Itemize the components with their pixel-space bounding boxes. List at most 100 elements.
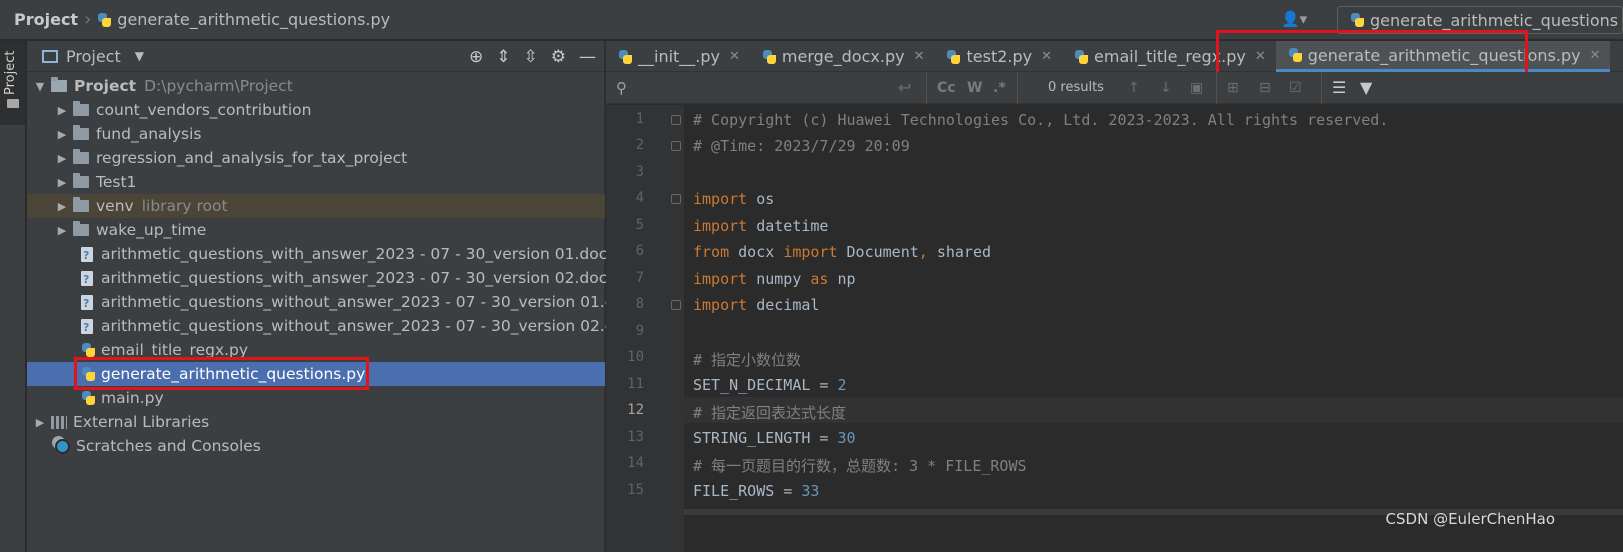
code-line: import datetime [693,217,828,235]
open-in-window-icon[interactable]: ▣ [1190,80,1216,96]
keyword: import [783,243,838,261]
breadcrumb-project[interactable]: Project [14,10,78,29]
breadcrumb-file[interactable]: generate_arithmetic_questions.py [117,10,390,29]
identifier: numpy [747,270,811,288]
chevron-right-icon[interactable]: ▶ [55,104,69,117]
match-case-button[interactable]: Cc [937,80,967,96]
tab-label: __init__.py [638,47,721,66]
line-number: 10 [627,349,644,365]
python-file-icon [81,342,95,358]
close-icon[interactable]: ✕ [729,49,740,64]
expand-all-icon[interactable]: ⇕ [496,47,510,67]
close-icon[interactable]: ✕ [914,49,925,64]
filter-lines-icon[interactable]: ☰ [1332,78,1360,97]
chevron-right-icon[interactable]: ▶ [55,176,69,189]
user-dropdown-icon[interactable]: 👤▾ [1281,10,1315,30]
fold-marker-icon[interactable] [671,194,681,204]
line-number: 15 [627,482,644,498]
docx-file-icon [81,318,93,334]
tree-scratches[interactable]: Scratches and Consoles [27,434,605,458]
chevron-right-icon[interactable]: ▶ [33,416,47,429]
keyword: import [693,217,748,235]
tree-file[interactable]: arithmetic_questions_without_answer_2023… [27,314,642,338]
new-line-icon[interactable]: ↩ [898,78,926,97]
identifier: np [828,270,856,288]
tree-file[interactable]: arithmetic_questions_without_answer_2023… [27,290,642,314]
line-number: 5 [635,217,644,233]
words-button[interactable]: W [967,80,993,96]
tree-item-label: External Libraries [73,413,210,431]
tree-folder[interactable]: ▶ Test1 [27,170,605,194]
tree-folder[interactable]: ▶ regression_and_analysis_for_tax_projec… [27,146,605,170]
panel-toolbar: ⊕ ⇕ ⇳ ⚙ — [469,41,596,72]
tree-item-label: arithmetic_questions_without_answer_2023… [101,293,642,311]
fold-marker-icon[interactable] [671,141,681,151]
python-file-icon [81,390,95,406]
close-icon[interactable]: ✕ [1041,49,1052,64]
tree-folder[interactable]: ▶ count_vendors_contribution [27,98,605,122]
folder-icon [73,197,89,212]
previous-occurrence-icon[interactable]: ↑ [1128,80,1160,96]
tab-test2[interactable]: test2.py ✕ [934,41,1062,72]
python-file-icon [946,49,961,65]
chevron-right-icon[interactable]: ▶ [55,152,69,165]
tree-root[interactable]: ▼ Project D:\pycharm\Project [27,74,605,98]
watermark: CSDN @EulerChenHao [1385,510,1555,528]
tree-external-libraries[interactable]: ▶ External Libraries [27,410,605,434]
code-line: # 每一页题目的行数，总题数: 3 * FILE_ROWS [693,455,1027,476]
fold-marker-icon[interactable] [671,115,681,125]
search-results-count: 0 results [1048,80,1104,95]
number-literal: 33 [801,482,820,500]
identifier: SET_N_DECIMAL = [693,376,838,394]
tree-folder-venv[interactable]: ▶ venv library root [27,194,605,218]
chevron-right-icon[interactable]: ▶ [55,200,69,213]
code-line: FILE_ROWS = 33 [693,482,819,500]
keyword: import [693,270,748,288]
chevron-down-icon[interactable]: ▼ [135,49,144,63]
locate-file-icon[interactable]: ⊕ [469,47,483,67]
select-all-occurrences-icon[interactable]: ☑ [1289,80,1321,96]
identifier: FILE_ROWS = [693,482,802,500]
tree-root-name: Project [74,77,137,95]
tree-folder[interactable]: ▶ wake_up_time [27,218,605,242]
line-number: 14 [627,455,644,471]
project-tool-tab[interactable]: Project [0,41,25,125]
fold-marker-icon[interactable] [671,300,681,310]
regex-button[interactable]: .* [993,80,1017,96]
hide-panel-icon[interactable]: — [579,47,596,67]
add-selection-icon[interactable]: ⊞ [1227,80,1259,96]
code-editor[interactable]: # Copyright (c) Huawei Technologies Co.,… [684,105,1623,552]
tab-merge-docx[interactable]: merge_docx.py ✕ [750,41,935,72]
library-root-note: library root [141,197,228,215]
search-icon[interactable]: ⚲ [616,79,638,97]
folder-icon [51,77,67,92]
folder-icon [73,125,89,140]
project-window-icon [42,49,58,63]
folder-icon [73,149,89,164]
next-occurrence-icon[interactable]: ↓ [1160,80,1190,96]
tab-init[interactable]: __init__.py ✕ [606,41,750,72]
divider [1017,71,1018,104]
folder-icon [73,101,89,116]
identifier: datetime [747,217,829,235]
tree-file[interactable]: arithmetic_questions_with_answer_2023 - … [27,266,616,290]
gear-icon[interactable]: ⚙ [551,47,566,67]
chevron-right-icon[interactable]: ▶ [55,224,69,237]
identifier: shared [927,243,992,261]
chevron-down-icon[interactable]: ▼ [33,80,47,93]
tree-file[interactable]: arithmetic_questions_with_answer_2023 - … [27,242,616,266]
chevron-right-icon[interactable]: ▶ [55,128,69,141]
line-number: 8 [635,296,644,312]
project-panel: Project ▼ ⊕ ⇕ ⇳ ⚙ — ▼ Project D:\pycharm… [27,41,642,552]
number-literal: 2 [837,376,847,394]
docx-file-icon [81,294,93,310]
project-panel-title[interactable]: Project [66,47,121,66]
identifier: docx [729,243,784,261]
close-icon[interactable]: ✕ [1590,48,1601,63]
search-input[interactable] [638,72,898,104]
collapse-all-icon[interactable]: ⇳ [524,47,538,67]
filter-icon[interactable]: ▼ [1360,78,1384,97]
remove-selection-icon[interactable]: ⊟ [1259,80,1289,96]
tree-folder[interactable]: ▶ fund_analysis [27,122,605,146]
tree-item-label: wake_up_time [96,221,207,239]
